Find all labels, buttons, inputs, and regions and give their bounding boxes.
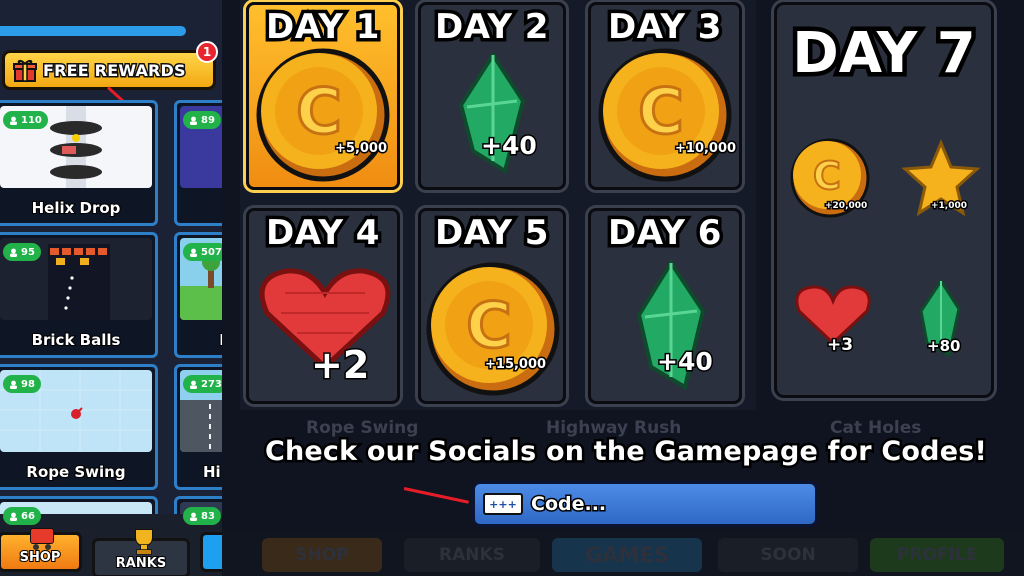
player-icon bbox=[9, 248, 18, 257]
reward-amount: +15,000 bbox=[483, 356, 547, 374]
game-card-helix-drop[interactable]: 110 Helix Drop bbox=[0, 100, 158, 226]
nav-shop-button[interactable]: SHOP bbox=[0, 528, 82, 572]
reward-amount: +40 bbox=[480, 130, 539, 162]
player-count: 66 bbox=[3, 507, 41, 525]
game-name: Hi bbox=[202, 462, 222, 482]
game-card[interactable]: 507 L bbox=[174, 232, 222, 358]
daily-rewards-panel: DAY 1 C +5,000 DAY 2 +40 DAY 3 C +10,000… bbox=[222, 0, 1024, 576]
game-name: Helix Drop bbox=[31, 198, 122, 218]
player-count: 83 bbox=[183, 507, 221, 525]
player-icon bbox=[189, 116, 198, 125]
nav-ranks-button[interactable]: RANKS bbox=[92, 529, 190, 576]
day-5-reward[interactable]: DAY 5 C +15,000 bbox=[418, 208, 566, 404]
free-rewards-button[interactable]: FREE REWARDS bbox=[2, 50, 216, 90]
coin-icon: C bbox=[256, 48, 390, 182]
reward-amount: +10,000 bbox=[673, 140, 737, 158]
day-6-reward[interactable]: DAY 6 +40 bbox=[588, 208, 742, 404]
game-name: Rope Swing bbox=[25, 462, 126, 482]
coin-icon: C bbox=[598, 48, 732, 182]
svg-text:C: C bbox=[296, 75, 342, 148]
trophy-icon bbox=[129, 527, 159, 559]
reward-amount: +2 bbox=[309, 342, 370, 389]
day-3-reward[interactable]: DAY 3 C +10,000 bbox=[588, 2, 742, 190]
day-7-reward[interactable]: DAY 7 C +20,000 +1,000 +3 +80 bbox=[774, 2, 994, 398]
nav-games-button[interactable] bbox=[200, 532, 222, 572]
code-input[interactable]: +++ Code... bbox=[472, 481, 818, 527]
keyboard-icon: +++ bbox=[483, 493, 523, 515]
game-card-rope-swing[interactable]: 98 Rope Swing bbox=[0, 364, 158, 490]
socials-message: Check our Socials on the Gamepage for Co… bbox=[262, 434, 989, 470]
player-count: 273 bbox=[183, 375, 222, 393]
day-label: DAY 5 bbox=[432, 210, 552, 257]
nav-shop-tab[interactable]: SHOP bbox=[262, 538, 382, 572]
progress-bar bbox=[0, 26, 186, 36]
game-card-brick-balls[interactable]: 95 Brick Balls bbox=[0, 232, 158, 358]
coin-icon: C bbox=[426, 262, 560, 396]
day-label: DAY 6 bbox=[605, 210, 725, 257]
reward-amount: +40 bbox=[656, 346, 715, 378]
game-list-panel: FREE REWARDS 1 110 Helix Drop 89 95 Bric… bbox=[0, 0, 222, 576]
reward-amount: +80 bbox=[925, 336, 961, 357]
gem-icon bbox=[636, 259, 706, 391]
svg-text:C: C bbox=[813, 154, 841, 198]
nav-ranks-tab[interactable]: RANKS bbox=[404, 538, 540, 572]
reward-amount: +1,000 bbox=[929, 200, 968, 213]
reward-amount: +5,000 bbox=[333, 140, 388, 158]
gem-icon bbox=[458, 51, 526, 175]
player-count: 89 bbox=[183, 111, 221, 129]
background-label: Highway Rush bbox=[546, 418, 682, 438]
reward-amount: +20,000 bbox=[823, 200, 868, 213]
player-icon bbox=[9, 116, 18, 125]
day-label: DAY 3 bbox=[605, 4, 725, 51]
player-icon bbox=[189, 248, 198, 257]
svg-text:C: C bbox=[466, 289, 512, 362]
game-card[interactable]: 89 bbox=[174, 100, 222, 226]
day-label: DAY 1 bbox=[263, 4, 383, 51]
day-4-reward[interactable]: DAY 4 +2 bbox=[246, 208, 400, 404]
game-card-highway[interactable]: 273 Hi bbox=[174, 364, 222, 490]
svg-text:C: C bbox=[638, 75, 684, 148]
background-label: Rope Swing bbox=[306, 418, 419, 438]
background-label: Cat Holes bbox=[830, 418, 922, 438]
notification-badge: 1 bbox=[196, 41, 218, 63]
day-label: DAY 2 bbox=[432, 4, 552, 51]
free-rewards-label: FREE REWARDS bbox=[42, 59, 188, 81]
player-count: 98 bbox=[3, 375, 41, 393]
gift-icon bbox=[11, 56, 39, 84]
day-label: DAY 7 bbox=[788, 17, 980, 91]
annotation-arrow bbox=[403, 487, 469, 504]
player-icon bbox=[9, 512, 18, 521]
day-1-reward[interactable]: DAY 1 C +5,000 bbox=[246, 2, 400, 190]
player-count: 507 bbox=[183, 243, 222, 261]
player-icon bbox=[9, 380, 18, 389]
nav-soon-tab[interactable]: SOON bbox=[718, 538, 858, 572]
player-count: 110 bbox=[3, 111, 48, 129]
player-count: 95 bbox=[3, 243, 41, 261]
player-icon bbox=[189, 380, 198, 389]
player-icon bbox=[189, 512, 198, 521]
nav-profile-tab[interactable]: PROFILE bbox=[870, 538, 1004, 572]
code-placeholder: Code... bbox=[529, 492, 607, 517]
nav-games-tab[interactable]: GAMES bbox=[552, 538, 702, 572]
day-2-reward[interactable]: DAY 2 +40 bbox=[418, 2, 566, 190]
reward-amount: +3 bbox=[825, 334, 854, 357]
game-name: Brick Balls bbox=[31, 330, 122, 350]
cart-icon bbox=[25, 525, 57, 555]
day-label: DAY 4 bbox=[263, 210, 383, 257]
